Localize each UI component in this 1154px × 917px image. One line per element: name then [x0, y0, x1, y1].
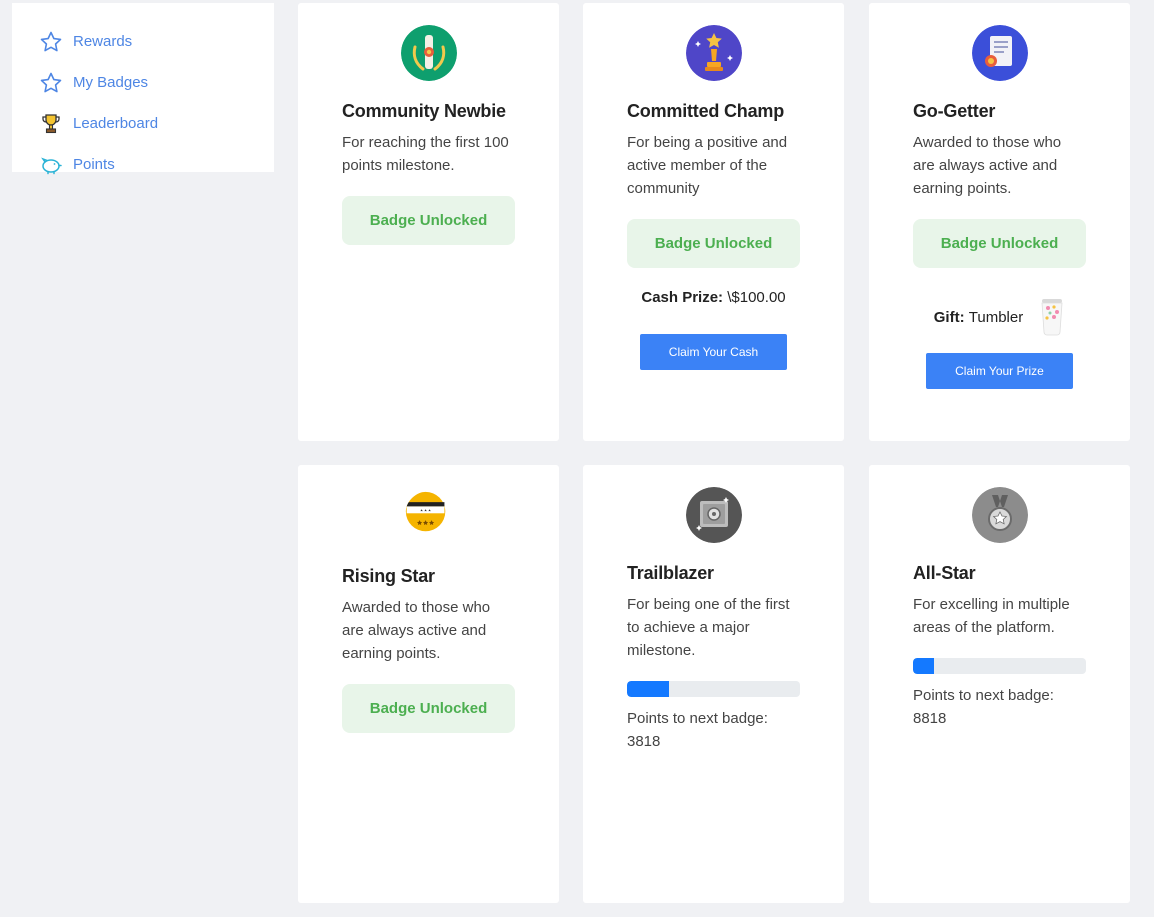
trophy-star-icon [685, 25, 742, 81]
sidebar-item-label: Rewards [73, 33, 133, 50]
badge-progress-bar [627, 681, 800, 697]
badge-unlocked-status: Badge Unlocked [342, 684, 515, 733]
sidebar: Rewards My Badges Leaderboard Points [12, 3, 274, 174]
safe-icon [685, 487, 742, 543]
points-label: Points to next badge: [627, 710, 768, 727]
badge-title: Committed Champ [627, 101, 785, 121]
ticket-stars-icon: ★ ★ ★ [405, 491, 445, 532]
claim-cash-button[interactable]: Claim Your Cash [640, 334, 787, 370]
badge-title: Go-Getter [913, 101, 996, 121]
piggy-bank-icon [39, 153, 63, 177]
points-to-next-badge: Points to next badge: 3818 [627, 707, 800, 753]
trophy-icon [39, 112, 63, 136]
badge-description: For being one of the first to achieve a … [627, 596, 790, 659]
badge-title: Trailblazer [627, 563, 714, 583]
sidebar-item-label: Leaderboard [73, 115, 159, 132]
sidebar-item-my-badges[interactable]: My Badges [12, 62, 274, 103]
gift-label: Gift: [933, 308, 965, 326]
cash-prize-value: \$100.00 [727, 289, 786, 306]
cash-prize: Cash Prize: \$100.00 [627, 289, 800, 306]
badge-unlocked-status: Badge Unlocked [913, 219, 1086, 268]
badge-unlocked-status: Badge Unlocked [342, 196, 515, 245]
badge-card: Go-Getter Awarded to those who are alway… [869, 3, 1130, 441]
svg-text:★ ★ ★: ★ ★ ★ [420, 509, 431, 513]
badge-card: Community Newbie For reaching the first … [298, 3, 559, 441]
badge-card: ★ ★ ★ Rising Star Awarded to those who a… [298, 465, 559, 903]
sidebar-item-leaderboard[interactable]: Leaderboard [12, 103, 274, 144]
cash-prize-label: Cash Prize: [641, 289, 724, 306]
badge-description: Awarded to those who are always active a… [342, 599, 491, 662]
badge-title: All-Star [913, 563, 976, 583]
points-label: Points to next badge: [913, 687, 1054, 704]
gift-prize: Gift: Tumbler [913, 298, 1086, 336]
badge-description: For being a positive and active member o… [627, 134, 788, 197]
sidebar-item-label: Points [73, 156, 115, 173]
certificate-icon [971, 25, 1028, 81]
badge-card: Committed Champ For being a positive and… [583, 3, 844, 441]
gift-value: Tumbler [968, 308, 1024, 326]
badge-description: For reaching the first 100 points milest… [342, 134, 509, 174]
claim-prize-button[interactable]: Claim Your Prize [926, 353, 1073, 389]
sidebar-item-rewards[interactable]: Rewards [12, 21, 274, 62]
sidebar-item-label: My Badges [73, 74, 149, 91]
badge-title: Rising Star [342, 566, 435, 586]
points-value: 8818 [913, 710, 947, 727]
badge-unlocked-status: Badge Unlocked [627, 219, 800, 268]
sidebar-item-points[interactable]: Points [12, 144, 274, 185]
badge-progress-fill [627, 681, 669, 697]
badge-progress-bar [913, 658, 1086, 674]
points-to-next-badge: Points to next badge: 8818 [913, 684, 1086, 730]
tumbler-image [1041, 299, 1063, 336]
medal-icon [971, 487, 1028, 543]
points-value: 3818 [627, 733, 661, 750]
badge-description: Awarded to those who are always active a… [913, 134, 1062, 197]
badge-progress-fill [913, 658, 934, 674]
badge-card: All-Star For excelling in multiple areas… [869, 465, 1130, 903]
star-outline-icon [39, 71, 63, 95]
star-outline-icon [39, 30, 63, 54]
badge-card: Trailblazer For being one of the first t… [583, 465, 844, 903]
badge-description: For excelling in multiple areas of the p… [913, 596, 1070, 636]
scroll-laurel-icon [400, 25, 457, 81]
badge-title: Community Newbie [342, 101, 506, 121]
